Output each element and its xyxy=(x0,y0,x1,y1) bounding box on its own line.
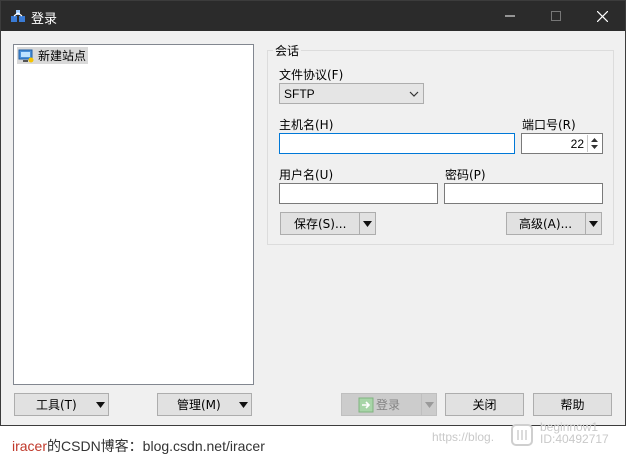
manage-button-label: 管理(M) xyxy=(177,398,221,412)
port-spinner[interactable]: 22 xyxy=(521,133,603,154)
minimize-button[interactable] xyxy=(487,1,533,31)
password-input[interactable] xyxy=(444,183,603,204)
watermark-logo-icon xyxy=(511,424,533,446)
protocol-label: 文件协议(F) xyxy=(279,68,344,82)
close-icon xyxy=(596,10,608,22)
title-bar[interactable]: 登录 xyxy=(1,1,625,31)
username-input[interactable] xyxy=(279,183,438,204)
caret-down-icon xyxy=(363,220,372,227)
spin-up-icon[interactable] xyxy=(588,135,601,143)
login-icon xyxy=(358,397,374,413)
maximize-button[interactable] xyxy=(533,1,579,31)
host-label: 主机名(H) xyxy=(279,118,334,132)
close-button-label: 关闭 xyxy=(472,398,497,412)
tools-button-label: 工具(T) xyxy=(36,398,77,412)
close-button[interactable]: 关闭 xyxy=(445,393,524,416)
computer-site-icon xyxy=(18,49,34,62)
manage-button[interactable]: 管理(M) xyxy=(157,393,252,416)
site-tree[interactable]: 新建站点 xyxy=(13,44,254,385)
save-button-label: 保存(S)... xyxy=(294,217,347,231)
advanced-dropdown[interactable] xyxy=(585,213,601,234)
advanced-button-label: 高级(A)... xyxy=(519,217,573,231)
watermark-author: iracer xyxy=(12,438,48,454)
chevron-down-icon xyxy=(409,91,419,97)
minimize-icon xyxy=(505,15,515,17)
site-tree-item-label: 新建站点 xyxy=(38,49,87,63)
close-window-button[interactable] xyxy=(579,1,625,31)
watermark-text: 的CSDN博客：blog.csdn.net/iracer xyxy=(47,438,265,454)
login-button-label: 登录 xyxy=(376,398,401,412)
login-dialog: 登录 新建站点 会话 文件协议(F) SFTP 主机名(H) 端口号(R) 22… xyxy=(0,0,626,426)
host-input[interactable] xyxy=(279,133,515,154)
protocol-select[interactable]: SFTP xyxy=(279,83,424,104)
username-label: 用户名(U) xyxy=(279,168,334,182)
winscp-app-icon xyxy=(11,10,25,22)
save-button[interactable]: 保存(S)... xyxy=(280,212,376,235)
help-button-label: 帮助 xyxy=(560,398,585,412)
maximize-icon xyxy=(551,11,561,21)
caret-down-icon xyxy=(96,402,105,408)
login-button[interactable]: 登录 xyxy=(341,393,437,416)
port-label: 端口号(R) xyxy=(522,118,576,132)
port-value: 22 xyxy=(570,137,584,151)
save-dropdown[interactable] xyxy=(359,213,375,234)
port-spin-buttons[interactable] xyxy=(587,135,601,152)
corner-watermark-id: ID:40492717 xyxy=(540,432,609,446)
window-title: 登录 xyxy=(31,12,58,27)
password-label: 密码(P) xyxy=(445,168,486,182)
advanced-button[interactable]: 高级(A)... xyxy=(506,212,602,235)
session-group-label: 会话 xyxy=(273,42,302,59)
corner-watermark-url: https://blog. xyxy=(432,430,495,444)
site-tree-item-new-site[interactable]: 新建站点 xyxy=(17,47,89,64)
spin-down-icon[interactable] xyxy=(588,143,601,151)
caret-down-icon xyxy=(589,220,598,227)
login-dropdown[interactable] xyxy=(421,394,436,415)
caret-down-icon xyxy=(424,401,434,408)
corner-watermark: https://blog. beginnow1 ID:40492717 xyxy=(430,418,620,450)
tools-button[interactable]: 工具(T) xyxy=(14,393,109,416)
blog-watermark: iracer的CSDN博客：blog.csdn.net/iracer xyxy=(12,436,265,455)
help-button[interactable]: 帮助 xyxy=(533,393,612,416)
protocol-value: SFTP xyxy=(284,87,315,101)
caret-down-icon xyxy=(239,402,248,408)
